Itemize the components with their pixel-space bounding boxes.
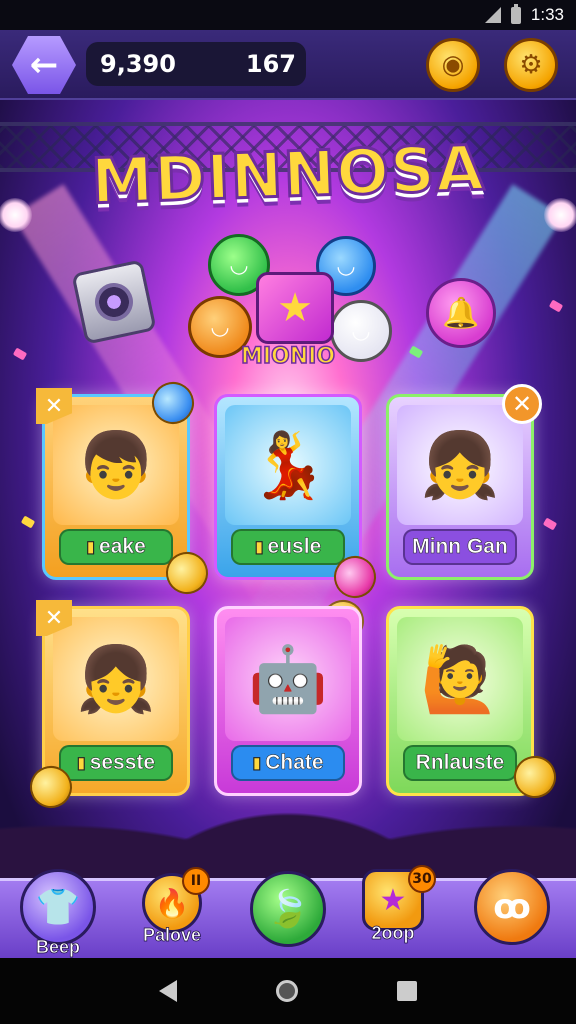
bell-icon: 🔔 (442, 295, 480, 331)
notification-badge: 30 (408, 865, 436, 893)
nav-swirl[interactable]: ꝏ (474, 869, 550, 945)
close-icon[interactable]: ✕ (502, 384, 542, 424)
game-card[interactable]: 💃 ▮ eusle (214, 394, 362, 580)
game-card[interactable]: 🤖 ▮ Chate (214, 606, 362, 796)
battery-icon (510, 3, 521, 24)
system-nav-bar (0, 958, 576, 1024)
bell-button[interactable]: 🔔 (426, 278, 496, 348)
bottom-nav: 👕 Beep 🔥 Palove II 🍃 ★ 2oop 30 ꝏ (0, 865, 576, 958)
confetti (548, 299, 564, 313)
card-label: ▮ eake (59, 529, 173, 565)
card-label: Rnlauste (403, 745, 517, 781)
notification-badge: II (182, 867, 210, 895)
confetti (542, 517, 558, 531)
yellow-robot-art: 🤖 (225, 617, 351, 741)
top-bar: ← 9,390 167 ◉ ⚙ (0, 30, 576, 100)
signal-icon (484, 7, 501, 23)
gold-coin-icon: ◉ (441, 50, 465, 80)
card-tag-icon: ▮ (252, 755, 262, 773)
card-label: ▮ Chate (231, 745, 345, 781)
confetti (20, 515, 36, 529)
nav-beep[interactable]: 👕 Beep (20, 869, 96, 958)
game-card[interactable]: 👧 ▮ sesste (42, 606, 190, 796)
game-card[interactable]: 🙋 Rnlauste (386, 606, 534, 796)
leaf-icon: 🍃 (250, 871, 326, 947)
card-tag-icon: ▮ (76, 755, 86, 773)
dancing-girl-art: 💃 (225, 405, 351, 525)
card-label: ▮ eusle (231, 529, 345, 565)
arrow-left-icon: ← (29, 45, 59, 85)
currency-secondary: 167 (245, 50, 296, 78)
status-time: 1:33 (530, 5, 564, 24)
speaker-icon (71, 259, 157, 345)
boy-character-art: 👦 (53, 405, 179, 525)
card-tag-icon: ▮ (254, 539, 264, 557)
spotlight-right (544, 198, 576, 232)
singer-girl-art: 👧 (53, 617, 179, 741)
swirl-icon: ꝏ (474, 869, 550, 945)
card-label: ▮ sesste (59, 745, 173, 781)
status-bar: 1:33 (0, 0, 576, 30)
system-recents-icon[interactable] (396, 981, 417, 1001)
gear-icon: ⚙ (519, 50, 543, 80)
card-tag-icon: ▮ (86, 539, 96, 557)
game-card[interactable]: 👧 Minn Gan (386, 394, 534, 580)
waving-girl-art: 🙋 (397, 617, 523, 741)
shirt-icon: 👕 (20, 869, 96, 945)
system-back-icon[interactable] (159, 980, 178, 1002)
back-button[interactable]: ← (12, 36, 76, 94)
currency-bar: 9,390 167 (86, 42, 306, 86)
system-home-icon[interactable] (275, 980, 298, 1002)
confetti (12, 347, 28, 361)
nav-leaf[interactable]: 🍃 (250, 871, 326, 947)
star-cube-mascot: ★ (256, 272, 334, 344)
mascot-logo: MIONIO (240, 343, 336, 370)
settings-button[interactable]: ⚙ (504, 38, 558, 92)
card-label: Minn Gan (403, 529, 517, 565)
group-characters-art: 👧 (397, 405, 523, 525)
star-icon: ★ (277, 285, 313, 331)
currency-primary: 9,390 (100, 50, 176, 78)
coin-button[interactable]: ◉ (426, 38, 480, 92)
